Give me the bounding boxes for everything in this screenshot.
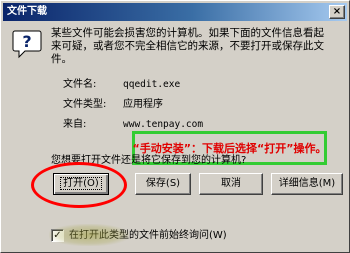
always-ask-label: 在打开此类型的文件前始终询问(W): [69, 230, 227, 241]
svg-text:?: ?: [22, 32, 31, 51]
more-info-button[interactable]: 详细信息(M): [271, 173, 343, 195]
file-type-label: 文件类型:: [63, 99, 107, 110]
title-bar[interactable]: 文件下载 ×: [3, 3, 347, 21]
open-or-save-question: 您想要打开文件还是将它保存到您的计算机?: [51, 155, 247, 166]
help-question-icon: ?: [12, 30, 42, 59]
window-title: 文件下载: [7, 6, 47, 17]
warning-message: 某些文件可能会损害您的计算机。如果下面的文件信息看起 来可疑，或者您不完全相信它…: [51, 27, 324, 65]
close-icon: ×: [332, 6, 342, 17]
file-name-value: qqedit.exe: [123, 79, 181, 90]
close-button[interactable]: ×: [329, 5, 345, 19]
file-source-value: www.tenpay.com: [123, 119, 204, 130]
always-ask-checkbox[interactable]: ✓: [51, 229, 64, 242]
save-button[interactable]: 保存(S): [135, 173, 191, 195]
file-type-value: 应用程序: [123, 99, 163, 110]
manual-install-text: “手动安装”：下载后选择“打开”操作。: [132, 142, 327, 155]
save-button-label: 保存(S): [145, 178, 181, 189]
file-download-dialog: 文件下载 × ? 某些文件可能会损害您的计算机。如果下面的文件信息看起 来可疑，…: [0, 0, 350, 253]
cancel-button-label: 取消: [221, 178, 241, 189]
file-name-label: 文件名:: [63, 79, 97, 90]
open-button[interactable]: 打开(O): [53, 173, 109, 195]
file-source-label: 来自:: [63, 119, 87, 130]
more-info-button-label: 详细信息(M): [278, 178, 336, 189]
cancel-button[interactable]: 取消: [199, 173, 263, 195]
open-button-label: 打开(O): [60, 177, 102, 190]
